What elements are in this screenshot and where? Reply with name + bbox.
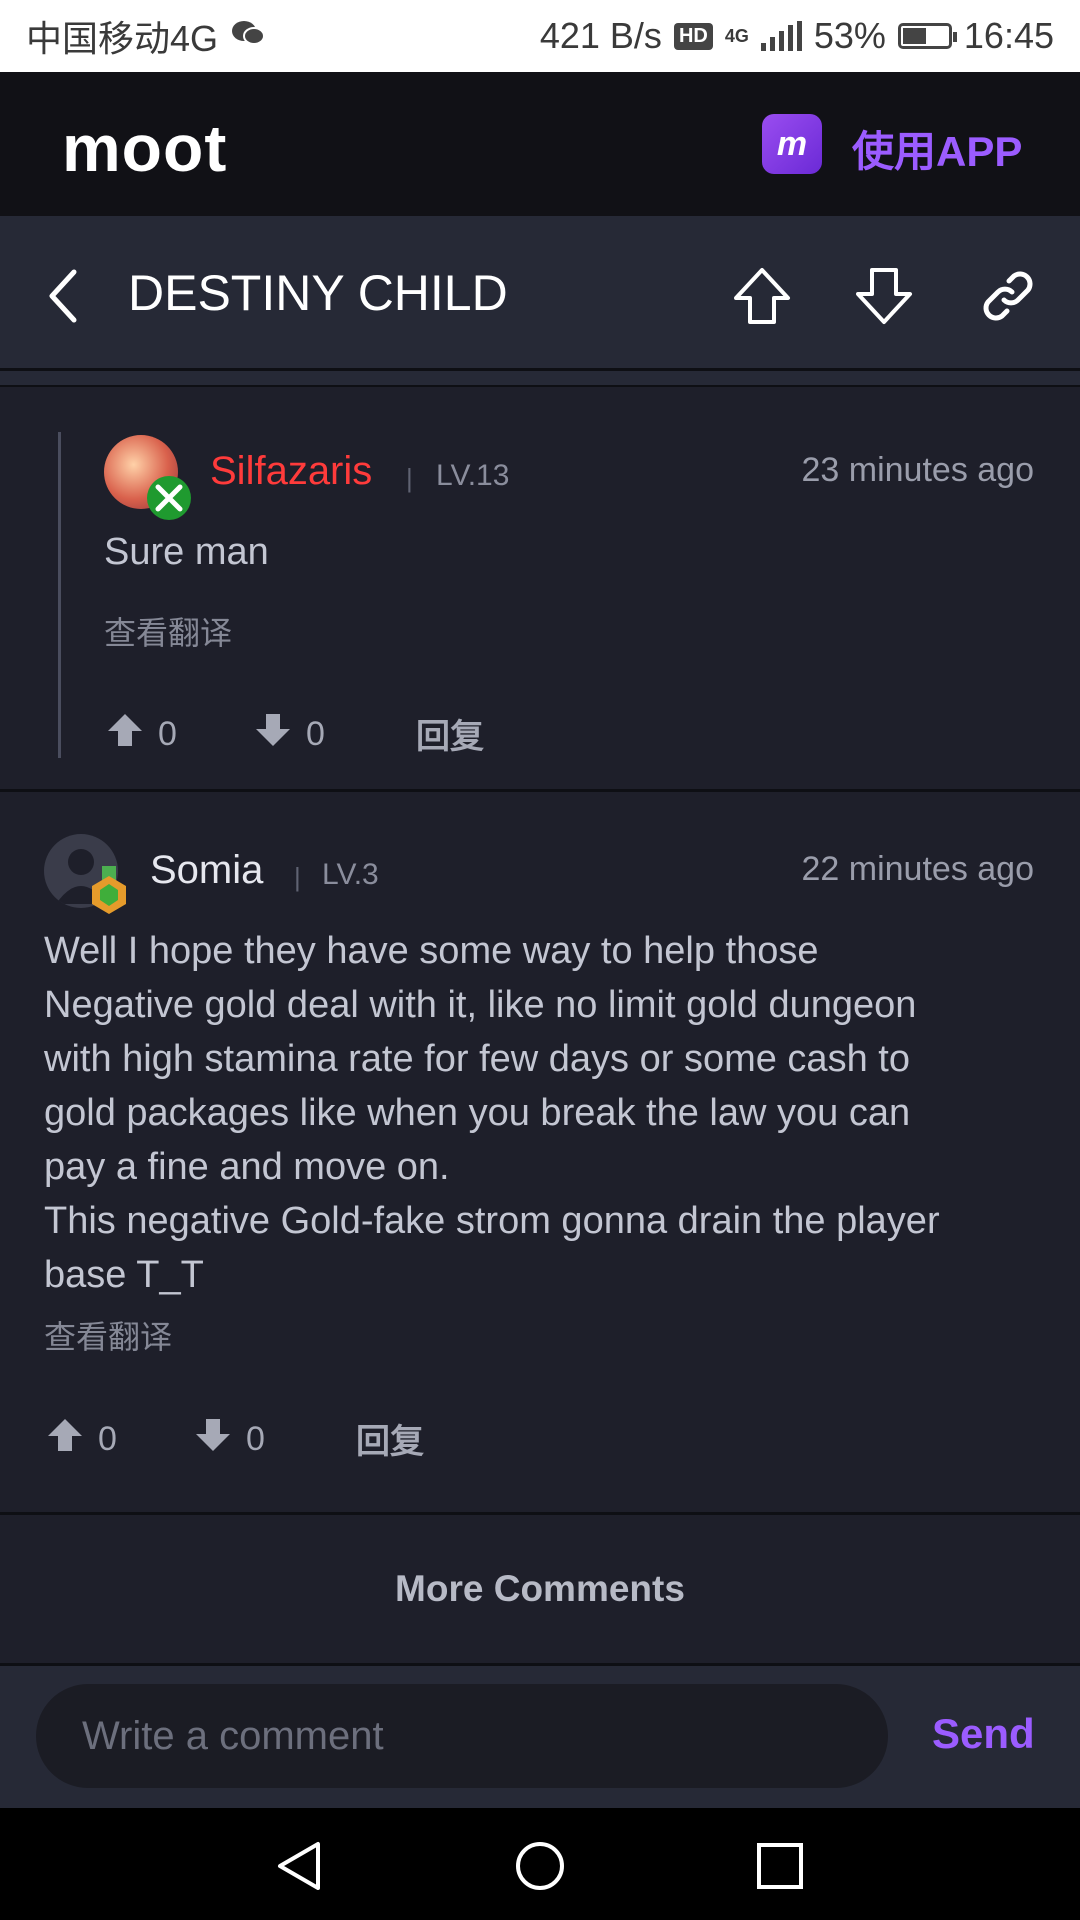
downvote-button[interactable]: 0 xyxy=(254,711,325,758)
upvote-button[interactable]: 0 xyxy=(106,711,177,758)
comment-item: Silfazaris | LV.13 23 minutes ago Sure m… xyxy=(0,387,1080,792)
system-nav-bar xyxy=(0,1808,1080,1920)
comment-body-line: Well I hope they have some way to help t… xyxy=(44,930,819,972)
comment-body-line: gold packages like when you break the la… xyxy=(44,1092,911,1134)
upvote-count: 0 xyxy=(158,715,177,753)
thumb-down-icon xyxy=(254,711,292,758)
arrow-up-icon[interactable] xyxy=(730,264,794,328)
net-speed: 421 B/s xyxy=(539,15,662,56)
reply-button[interactable]: 回复 xyxy=(356,1414,424,1463)
comment-body: Well I hope they have some way to help t… xyxy=(44,924,1044,1302)
separator: | xyxy=(294,862,301,892)
thumb-up-icon xyxy=(46,1416,84,1463)
send-button[interactable]: Send xyxy=(932,1710,1035,1758)
comment-input[interactable] xyxy=(36,1684,888,1788)
nav-recents-icon[interactable] xyxy=(754,1840,806,1892)
nav-home-icon[interactable] xyxy=(514,1840,566,1892)
comment-body-line: base T_T xyxy=(44,1254,204,1296)
more-comments-button[interactable]: More Comments xyxy=(0,1515,1080,1666)
user-level: LV.3 xyxy=(322,858,379,891)
comment-body-line: Negative gold deal with it, like no limi… xyxy=(44,984,917,1026)
xbox-badge-icon xyxy=(146,475,192,521)
translate-link[interactable]: 查看翻译 xyxy=(44,1312,172,1358)
net-type: 4G xyxy=(724,25,749,46)
divider xyxy=(0,371,1080,387)
hd-badge: HD xyxy=(673,22,713,50)
thumb-down-icon xyxy=(194,1416,232,1463)
moot-logo[interactable]: moot xyxy=(62,110,227,186)
comment-body-line: This negative Gold-fake strom gonna drai… xyxy=(44,1200,940,1242)
downvote-button[interactable]: 0 xyxy=(194,1416,265,1463)
use-app-button[interactable]: 使用APP xyxy=(852,118,1022,179)
arrow-down-icon[interactable] xyxy=(852,264,916,328)
comment-body: Sure man xyxy=(104,531,269,573)
separator: | xyxy=(406,463,413,493)
username[interactable]: Somia xyxy=(150,848,263,893)
thread-line xyxy=(58,432,61,758)
page-navbar: DESTINY CHILD xyxy=(0,216,1080,371)
clock: 16:45 xyxy=(963,15,1054,56)
comment-body-line: pay a fine and move on. xyxy=(44,1146,450,1188)
comment-time: 23 minutes ago xyxy=(801,451,1035,489)
downvote-count: 0 xyxy=(246,1420,265,1458)
wechat-icon xyxy=(230,15,266,57)
carrier-label: 中国移动4G xyxy=(26,18,219,59)
upvote-count: 0 xyxy=(98,1420,117,1458)
downvote-count: 0 xyxy=(306,715,325,753)
nav-back-icon[interactable] xyxy=(274,1840,326,1892)
user-level: LV.13 xyxy=(436,459,510,492)
comment-item: Somia | LV.3 22 minutes ago Well I hope … xyxy=(0,792,1080,1515)
page-title: DESTINY CHILD xyxy=(128,265,508,321)
signal-icon xyxy=(760,21,802,51)
app-icon[interactable]: m xyxy=(762,114,822,174)
comment-body-line: with high stamina rate for few days or s… xyxy=(44,1038,910,1080)
rank-badge-icon xyxy=(86,866,132,916)
username[interactable]: Silfazaris xyxy=(210,449,372,494)
app-header: moot m 使用APP xyxy=(0,72,1080,216)
status-bar: 中国移动4G 421 B/s HD 4G 53% 16:45 xyxy=(0,0,1080,72)
back-icon[interactable] xyxy=(34,264,98,328)
comment-composer: Send xyxy=(0,1666,1080,1808)
thumb-up-icon xyxy=(106,711,144,758)
upvote-button[interactable]: 0 xyxy=(46,1416,117,1463)
battery-icon xyxy=(897,23,957,49)
reply-button[interactable]: 回复 xyxy=(416,709,484,758)
battery-percent: 53% xyxy=(813,15,886,56)
link-icon[interactable] xyxy=(976,264,1040,328)
comment-time: 22 minutes ago xyxy=(801,850,1035,888)
translate-link[interactable]: 查看翻译 xyxy=(104,608,232,654)
